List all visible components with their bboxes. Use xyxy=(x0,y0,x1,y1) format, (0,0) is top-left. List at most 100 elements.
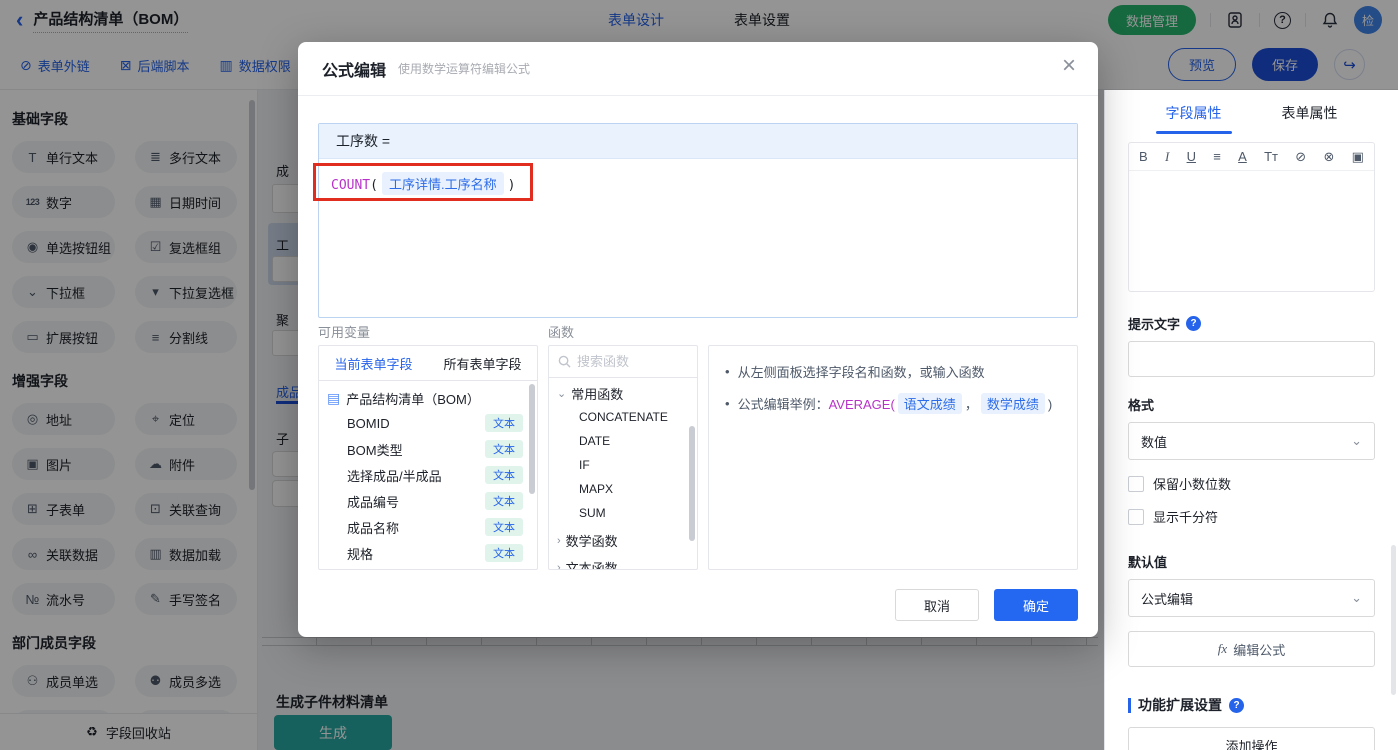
variable-row[interactable]: 成品名称 文本 xyxy=(319,514,537,540)
tab-all-form-fields[interactable]: 所有表单字段 xyxy=(428,346,537,380)
modal-subtitle: 使用数学运算符编辑公式 xyxy=(398,60,530,77)
hint-text-input[interactable] xyxy=(1128,341,1375,377)
variable-name: 选择成品/半成品 xyxy=(347,466,442,485)
underline-icon[interactable]: U xyxy=(1187,149,1196,164)
functions-label: 函数 xyxy=(548,322,574,341)
italic-icon[interactable]: I xyxy=(1165,149,1169,165)
variables-label: 可用变量 xyxy=(318,322,370,341)
chevron-down-icon: ⌄ xyxy=(557,387,566,400)
modal-footer: 取消 确定 xyxy=(895,589,1078,621)
function-item-concatenate[interactable]: CONCATENATE xyxy=(549,405,697,429)
chevron-right-icon: › xyxy=(557,562,561,571)
properties-sidebar: 字段属性 表单属性 B I U ≡ A Tт ⊘ ⊗ ▣ 提示文字 ? 格式 xyxy=(1104,90,1398,750)
root-label: 产品结构清单（BOM） xyxy=(346,389,480,408)
bold-icon[interactable]: B xyxy=(1139,149,1148,164)
function-group-math[interactable]: › 数学函数 xyxy=(549,525,697,552)
formula-expression[interactable]: COUNT(工序详情.工序名称) xyxy=(319,159,1077,208)
confirm-button[interactable]: 确定 xyxy=(994,589,1078,621)
hint-help-icon[interactable]: ? xyxy=(1186,316,1201,331)
function-item-if[interactable]: IF xyxy=(549,453,697,477)
hint-text-label: 提示文字 ? xyxy=(1128,314,1375,333)
functions-panel: ⌄ 常用函数 CONCATENATE DATE IF MAPX SUM › 数学… xyxy=(548,345,698,570)
functions-scrollbar[interactable] xyxy=(689,426,695,541)
function-item-sum[interactable]: SUM xyxy=(549,501,697,525)
function-group-text[interactable]: › 文本函数 xyxy=(549,552,697,570)
format-label: 格式 xyxy=(1128,395,1375,414)
variable-name: 规格 xyxy=(347,544,373,563)
type-badge: 文本 xyxy=(485,518,523,536)
variable-row[interactable]: 选择成品/半成品文本 xyxy=(319,462,537,488)
remove-link-icon[interactable]: ⊗ xyxy=(1323,149,1334,165)
edit-formula-button[interactable]: fx 编辑公式 xyxy=(1128,631,1375,667)
format-value: 数值 xyxy=(1141,432,1167,451)
example-field-chip: 语文成绩 xyxy=(898,393,962,414)
default-value-text: 默认值 xyxy=(1128,552,1167,571)
edit-formula-label: 编辑公式 xyxy=(1233,640,1285,659)
type-badge: 文本 xyxy=(485,544,523,562)
tab-current-form-fields[interactable]: 当前表单字段 xyxy=(319,346,428,380)
thousand-checkbox-row[interactable]: 显示千分符 xyxy=(1128,507,1375,526)
variables-tree-root[interactable]: ▤ 产品结构清单（BOM） xyxy=(319,381,537,410)
type-badge: 文本 xyxy=(485,440,523,458)
decimal-checkbox-label: 保留小数位数 xyxy=(1153,474,1231,493)
variable-name: 成品名称 xyxy=(347,518,399,537)
chevron-right-icon: › xyxy=(557,535,561,547)
variable-row[interactable]: BOM类型文本 xyxy=(319,436,537,462)
format-text: 格式 xyxy=(1128,395,1154,414)
group-label: 数学函数 xyxy=(566,531,618,550)
variable-row[interactable]: BOMID文本 xyxy=(319,410,537,436)
example-function-name: AVERAGE( xyxy=(829,397,895,412)
font-color-icon[interactable]: A xyxy=(1238,149,1247,164)
insert-image-icon[interactable]: ▣ xyxy=(1352,149,1364,165)
decimal-checkbox-row[interactable]: 保留小数位数 xyxy=(1128,474,1375,493)
properties-scrollbar[interactable] xyxy=(1391,545,1396,695)
variables-scrollbar[interactable] xyxy=(529,384,535,494)
section-accent-bar xyxy=(1128,698,1131,713)
formula-target: 工序数 = xyxy=(319,124,1077,159)
modal-header: 公式编辑 使用数学运算符编辑公式 xyxy=(298,42,1098,96)
function-search[interactable] xyxy=(549,346,697,378)
bullet-icon: • xyxy=(725,364,730,379)
help-panel: • 从左侧面板选择字段名和函数，或输入函数 • 公式编辑举例：AVERAGE(语… xyxy=(708,345,1078,570)
group-label: 常用函数 xyxy=(571,384,623,403)
extension-help-icon[interactable]: ? xyxy=(1229,698,1244,713)
variable-row[interactable]: 成品编号 文本 xyxy=(319,488,537,514)
properties-tabs: 字段属性 表单属性 xyxy=(1105,90,1398,134)
align-icon[interactable]: ≡ xyxy=(1213,149,1221,164)
default-value-select[interactable]: 公式编辑 ⌄ xyxy=(1128,579,1375,617)
insert-link-icon[interactable]: ⊘ xyxy=(1295,149,1306,165)
thousand-checkbox[interactable] xyxy=(1128,509,1144,525)
formula-editor[interactable]: 工序数 = COUNT(工序详情.工序名称) xyxy=(318,123,1078,318)
function-group-common[interactable]: ⌄ 常用函数 xyxy=(549,378,697,405)
bullet-icon: • xyxy=(725,396,730,411)
add-action-button[interactable]: 添加操作 xyxy=(1128,727,1375,750)
formula-editor-modal: 公式编辑 使用数学运算符编辑公式 × 工序数 = COUNT(工序详情.工序名称… xyxy=(298,42,1098,637)
app-window: ‹ 产品结构清单（BOM） 表单设计 表单设置 数据管理 ? xyxy=(0,0,1398,750)
field-name-editor[interactable]: B I U ≡ A Tт ⊘ ⊗ ▣ xyxy=(1128,142,1375,292)
default-value: 公式编辑 xyxy=(1141,589,1193,608)
example-field-chip: 数学成绩 xyxy=(981,393,1045,414)
cancel-button[interactable]: 取消 xyxy=(895,589,979,621)
group-label: 文本函数 xyxy=(566,558,618,570)
function-item-mapx[interactable]: MAPX xyxy=(549,477,697,501)
form-doc-icon: ▤ xyxy=(327,390,340,407)
close-icon[interactable]: × xyxy=(1062,54,1076,78)
type-badge: 文本 xyxy=(485,414,523,432)
decimal-checkbox[interactable] xyxy=(1128,476,1144,492)
extension-title: 功能扩展设置 xyxy=(1138,695,1222,715)
formula-field-chip[interactable]: 工序详情.工序名称 xyxy=(382,172,504,195)
font-size-icon[interactable]: Tт xyxy=(1264,149,1278,164)
help-tip-text: 从左侧面板选择字段名和函数，或输入函数 xyxy=(738,362,985,381)
variable-row[interactable]: 规格 文本 xyxy=(319,540,537,566)
tab-field-properties[interactable]: 字段属性 xyxy=(1162,90,1226,134)
help-tip-1: • 从左侧面板选择字段名和函数，或输入函数 xyxy=(725,362,1061,381)
chevron-down-icon: ⌄ xyxy=(1351,433,1362,449)
function-search-input[interactable] xyxy=(577,354,677,369)
modal-title: 公式编辑 xyxy=(322,57,386,81)
type-badge: 文本 xyxy=(485,492,523,510)
variable-name: 成品编号 xyxy=(347,492,399,511)
tab-form-properties[interactable]: 表单属性 xyxy=(1278,90,1342,134)
format-select[interactable]: 数值 ⌄ xyxy=(1128,422,1375,460)
function-item-date[interactable]: DATE xyxy=(549,429,697,453)
hint-text: 提示文字 xyxy=(1128,314,1180,333)
